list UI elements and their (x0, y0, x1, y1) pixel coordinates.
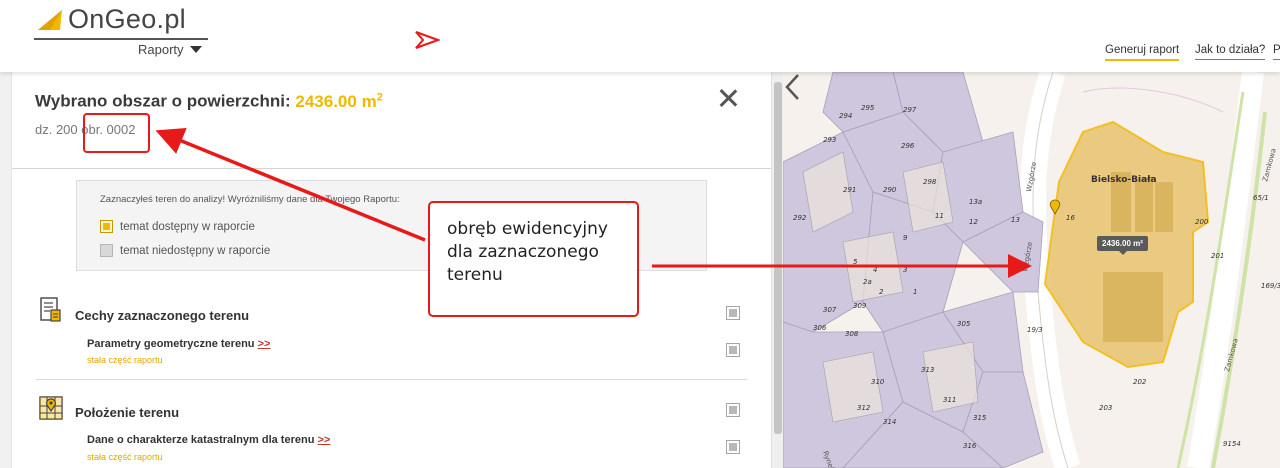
map-area-label: 2436.00 m² (1097, 236, 1148, 255)
item-geometric-params: Parametry geometryczne terenu >> (87, 338, 271, 350)
item-checkbox-cadastral[interactable] (726, 440, 740, 454)
area-value: 2436.00 m2 (295, 91, 383, 111)
svg-text:9154: 9154 (1223, 440, 1241, 448)
svg-text:12: 12 (969, 218, 978, 226)
caret-down-icon (189, 46, 202, 53)
svg-text:298: 298 (923, 178, 937, 186)
section-checkbox-location[interactable] (726, 403, 740, 417)
ongeo-logo[interactable]: OnGeo.pl (36, 4, 186, 35)
svg-text:5: 5 (853, 258, 858, 266)
nav-generate-report[interactable]: Generuj raport (1105, 44, 1180, 61)
logo-triangle-icon (38, 10, 62, 30)
item-checkbox-geometric[interactable] (726, 343, 740, 357)
section-checkbox-features[interactable] (726, 306, 740, 320)
svg-text:293: 293 (823, 136, 836, 144)
svg-text:307: 307 (823, 306, 837, 314)
document-list-icon (40, 297, 61, 322)
svg-text:315: 315 (973, 414, 987, 422)
svg-text:291: 291 (843, 186, 856, 194)
map-pin-icon (39, 396, 63, 420)
item-sub-label: stała część raportu (87, 355, 163, 365)
close-icon[interactable] (716, 86, 740, 110)
unavailable-square-icon (100, 244, 113, 257)
red-arrow-cursor-icon (415, 31, 440, 49)
callout-text: obręb ewidencyjny dla zaznaczonego teren… (447, 219, 608, 285)
top-header: OnGeo.pl Raporty Generuj raport Jak to d… (0, 0, 1280, 72)
svg-text:1: 1 (913, 288, 917, 296)
svg-text:311: 311 (943, 396, 956, 404)
svg-text:297: 297 (903, 106, 917, 114)
nav-how-it-works[interactable]: Jak to działa? (1195, 44, 1266, 60)
svg-text:294: 294 (839, 112, 852, 120)
svg-text:310: 310 (871, 378, 885, 386)
svg-text:19/3: 19/3 (1027, 326, 1043, 334)
section-title-features: Cechy zaznaczonego terenu (75, 308, 250, 323)
svg-text:308: 308 (845, 330, 859, 338)
svg-text:13a: 13a (969, 198, 982, 206)
map-back-chevron-icon[interactable] (783, 72, 803, 102)
svg-text:296: 296 (901, 142, 915, 150)
item-sub-label: stała część raportu (87, 452, 163, 462)
svg-text:314: 314 (883, 418, 896, 426)
svg-text:203: 203 (1099, 404, 1112, 412)
title-prefix: Wybrano obszar o powierzchni: (35, 91, 296, 111)
svg-text:292: 292 (793, 214, 807, 222)
svg-text:316: 316 (963, 442, 977, 450)
more-link[interactable]: >> (318, 434, 331, 446)
svg-text:11: 11 (935, 212, 944, 220)
annotation-highlight-box (83, 113, 150, 153)
svg-text:312: 312 (857, 404, 871, 412)
svg-text:309: 309 (853, 302, 867, 310)
annotation-callout: obręb ewidencyjny dla zaznaczonego teren… (428, 201, 639, 317)
svg-text:9: 9 (903, 234, 908, 242)
reports-menu[interactable]: Raporty (138, 42, 202, 57)
scrollbar-thumb[interactable] (774, 82, 782, 434)
left-gutter (0, 72, 11, 468)
svg-text:313: 313 (921, 366, 934, 374)
logo-text: OnGeo.pl (68, 4, 186, 34)
legend-unavailable: temat niedostępny w raporcie (100, 244, 270, 257)
logo-divider (34, 38, 208, 40)
svg-text:13: 13 (1011, 216, 1020, 224)
svg-text:305: 305 (957, 320, 971, 328)
reports-menu-label: Raporty (138, 42, 184, 57)
svg-text:201: 201 (1211, 252, 1224, 260)
svg-text:169/3: 169/3 (1261, 282, 1280, 290)
svg-text:16: 16 (1066, 214, 1075, 222)
svg-text:200: 200 (1195, 218, 1209, 226)
svg-text:65/1: 65/1 (1253, 194, 1269, 202)
svg-text:306: 306 (813, 324, 827, 332)
svg-text:4: 4 (873, 266, 877, 274)
panel-title: Wybrano obszar o powierzchni: 2436.00 m2 (35, 91, 383, 112)
section-divider (36, 379, 747, 380)
svg-text:Zamkowa: Zamkowa (1261, 148, 1278, 183)
svg-text:202: 202 (1133, 378, 1147, 386)
svg-text:290: 290 (883, 186, 897, 194)
svg-text:3: 3 (903, 266, 907, 274)
section-title-location: Położenie terenu (75, 405, 180, 420)
item-cadastral-data: Dane o charakterze katastralnym dla tere… (87, 434, 331, 446)
map-view[interactable]: 294 295 297 293 296 298 291 292 290 11 13a 12 95… (783, 72, 1280, 468)
svg-text:2: 2 (879, 288, 884, 296)
nav-more[interactable]: P (1273, 44, 1280, 60)
legend-available: temat dostępny w raporcie (100, 220, 255, 233)
svg-text:2a: 2a (863, 278, 872, 286)
available-square-icon (100, 220, 113, 233)
svg-text:Bielsko-Biała: Bielsko-Biała (1091, 175, 1157, 185)
map-canvas: 294295 297 293296298 291292290 1113a12 95… (783, 72, 1280, 468)
svg-text:295: 295 (861, 104, 875, 112)
more-link[interactable]: >> (258, 338, 271, 350)
info-text: Zaznaczyłeś teren do analizy! Wyróżniliś… (100, 194, 400, 205)
panel-divider (12, 168, 771, 169)
